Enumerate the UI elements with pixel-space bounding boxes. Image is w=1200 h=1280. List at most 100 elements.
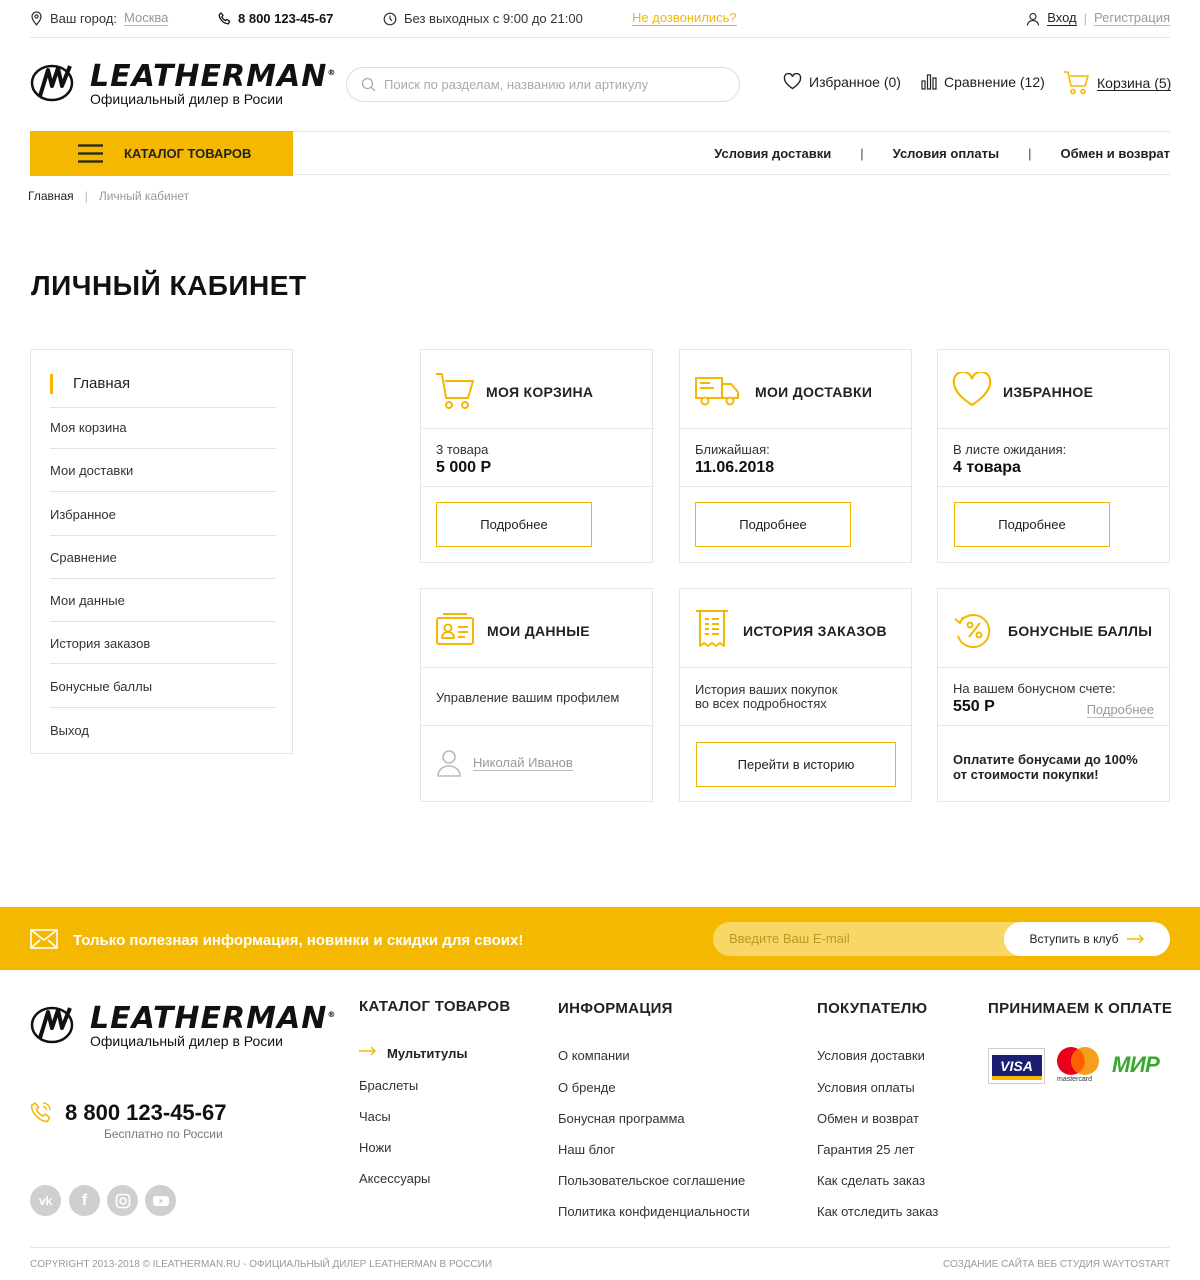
footer-info-link[interactable]: О компании [558,1048,630,1063]
site-logo[interactable]: LEATHERMAN® Официальный дилер в Росии [30,58,336,106]
subscribe-form: Вступить в клуб [713,922,1170,956]
callback-link[interactable]: Не дозвонились? [632,11,737,26]
header-compare-link[interactable]: Сравнение (12) [921,73,1045,90]
footer-info-link[interactable]: О бренде [558,1080,616,1095]
sidebar-item-deliveries[interactable]: Мои доставки [50,463,133,478]
catalog-button[interactable]: КАТАЛОГ ТОВАРОВ [30,131,293,176]
nav-returns-link[interactable]: Обмен и возврат [1061,146,1170,161]
footer-buyer-link[interactable]: Условия доставки [817,1048,925,1063]
header-favorites-link[interactable]: Избранное (0) [783,73,901,90]
top-phone[interactable]: 8 800 123-45-67 [218,11,333,26]
bonus-details-link[interactable]: Подробнее [1086,703,1154,718]
footer-catalog-accessories[interactable]: Аксессуары [359,1171,430,1186]
sidebar-item-favorites[interactable]: Избранное [50,507,116,522]
youtube-icon[interactable] [145,1185,176,1216]
divider [50,407,276,408]
login-link[interactable]: Вход [1047,11,1077,26]
footer-buyer-link[interactable]: Гарантия 25 лет [817,1142,914,1157]
card-title: МОЯ КОРЗИНА [486,384,594,400]
sidebar-item-cart[interactable]: Моя корзина [50,420,127,435]
sidebar-item-compare[interactable]: Сравнение [50,550,117,565]
arrow-right-icon [1126,934,1145,944]
footer-buyer-link[interactable]: Как сделать заказ [817,1173,925,1188]
divider [50,707,276,708]
facebook-icon[interactable]: f [69,1185,100,1216]
email-input[interactable] [729,931,989,946]
footer-info-link[interactable]: Наш блог [558,1142,615,1157]
footer-catalog-knives[interactable]: Ножи [359,1140,391,1155]
header-favorites-label: Избранное (0) [809,73,901,90]
divider [50,663,276,664]
footer-buyer-link[interactable]: Как отследить заказ [817,1204,938,1219]
footer-phone[interactable]: 8 800 123-45-67 [65,1100,226,1126]
top-bar: Ваш город: Москва 8 800 123-45-67 Без вы… [30,0,1170,38]
city-selector[interactable]: Ваш город: Москва [30,11,169,26]
history-card: ИСТОРИЯ ЗАКАЗОВ История ваших покупок во… [679,588,912,802]
footer-info-link[interactable]: Политика конфиденциальности [558,1204,750,1219]
footer-catalog-watches[interactable]: Часы [359,1109,391,1124]
search-box[interactable] [346,67,740,102]
card-text-line1: История ваших покупок [695,682,838,697]
footer-buyer-link[interactable]: Условия оплаты [817,1080,915,1095]
sidebar-item-history[interactable]: История заказов [50,636,150,651]
history-button[interactable]: Перейти в историю [696,742,896,787]
logo-subtitle: Официальный дилер в Росии [90,1033,283,1049]
footer-catalog-multitools[interactable]: Мультитулы [387,1046,467,1061]
footer-info-link[interactable]: Бонусная программа [558,1111,685,1126]
card-summary: 3 товара 5 000 Р [421,429,652,487]
nav-delivery-link[interactable]: Условия доставки [714,146,831,161]
card-text-line2: во всех подробностях [695,696,827,711]
search-input[interactable] [384,77,714,92]
nav-separator: | [860,146,864,161]
user-avatar-icon [436,749,462,778]
page-title: ЛИЧНЫЙ КАБИНЕТ [31,270,307,301]
studio-link[interactable]: СОЗДАНИЕ САЙТА ВЕБ СТУДИЯ WAYTOSTART [943,1259,1170,1270]
join-club-button[interactable]: Вступить в клуб [1004,922,1170,956]
sidebar-item-bonus[interactable]: Бонусные баллы [50,679,152,694]
divider [50,448,276,449]
breadcrumb-home[interactable]: Главная [28,189,74,203]
footer-phone-note: Бесплатно по России [104,1127,223,1141]
footer-buyer-link[interactable]: Обмен и возврат [817,1111,919,1126]
subscribe-banner: Только полезная информация, новинки и ск… [0,907,1200,970]
heart-icon [783,73,802,90]
card-header: МОИ ДОСТАВКИ [680,350,911,429]
footer-catalog-bracelets[interactable]: Браслеты [359,1078,418,1093]
header-cart-link[interactable]: Корзина (5) [1063,70,1172,96]
callback-link-wrap: Не дозвонились? [632,11,737,26]
sidebar-item-home[interactable]: Главная [50,374,130,394]
card-summary: На вашем бонусном счете: 550 Р Подробнее [938,668,1169,726]
clock-icon [383,12,397,26]
nav-payment-link[interactable]: Условия оплаты [893,146,999,161]
bonus-note-line1: Оплатите бонусами до 100% [953,752,1138,767]
card-value: 550 Р [953,698,995,715]
sidebar-item-profile[interactable]: Мои данные [50,593,125,608]
footer-logo[interactable]: LEATHERMAN® Официальный дилер в Росии [30,1000,336,1048]
city-label: Ваш город: [50,11,117,26]
card-header: МОЯ КОРЗИНА [421,350,652,429]
footer-info-link[interactable]: Пользовательское соглашение [558,1173,745,1188]
leatherman-logo-icon [30,1004,78,1044]
logo-subtitle: Официальный дилер в Росии [90,91,283,107]
profile-user-link[interactable]: Николай Иванов [436,749,573,778]
register-link[interactable]: Регистрация [1094,11,1170,26]
sidebar-item-logout[interactable]: Выход [50,723,89,738]
footer-buyer-title: ПОКУПАТЕЛЮ [817,1000,928,1017]
top-phone-number: 8 800 123-45-67 [238,11,334,26]
subscribe-text: Только полезная информация, новинки и ск… [73,932,524,949]
favorites-details-button[interactable]: Подробнее [954,502,1110,547]
cart-details-button[interactable]: Подробнее [436,502,592,547]
phone-icon [218,12,231,25]
working-hours: Без выходных с 9:00 до 21:00 [383,11,583,26]
city-link[interactable]: Москва [124,11,169,26]
card-label: 3 товара [436,442,489,457]
arrow-right-icon [359,1046,377,1056]
instagram-icon[interactable] [107,1185,138,1216]
vk-icon[interactable]: vk [30,1185,61,1216]
breadcrumb-separator: | [84,189,88,203]
profile-user-name: Николай Иванов [473,755,573,771]
delivery-details-button[interactable]: Подробнее [695,502,851,547]
card-title: МОИ ДОСТАВКИ [755,384,873,400]
favorites-card: ИЗБРАННОЕ В листе ожидания: 4 товара Под… [937,349,1170,563]
join-club-label: Вступить в клуб [1029,932,1119,946]
